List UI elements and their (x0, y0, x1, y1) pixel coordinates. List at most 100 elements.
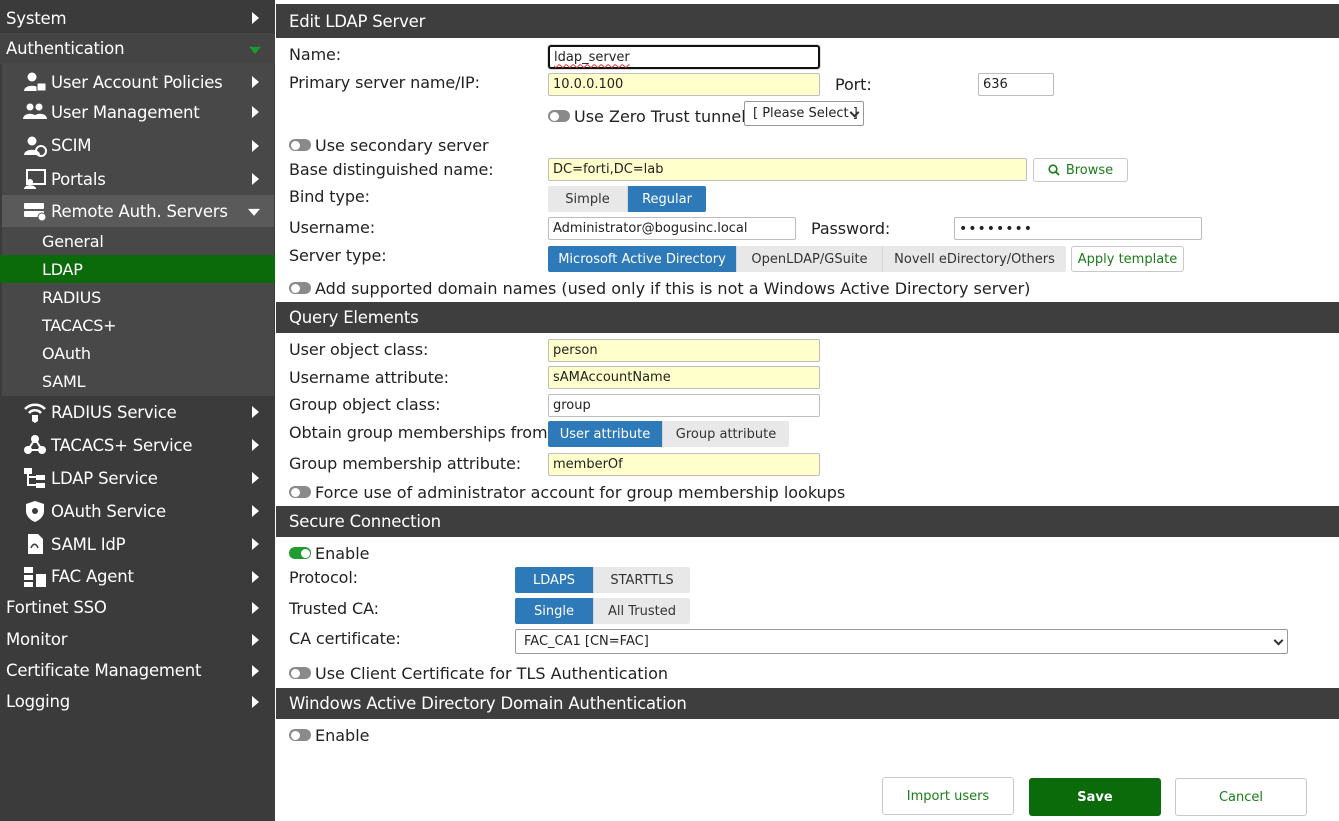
chevron-down-icon (1273, 635, 1284, 646)
password-input[interactable]: •••••••• (954, 217, 1202, 240)
chevron-right-icon (252, 76, 259, 88)
sidebar-item-remote-auth-servers[interactable]: Remote Auth. Servers (2, 195, 274, 227)
zero-trust-select[interactable]: [ Please Select ] (744, 101, 864, 126)
sidebar-item-user-management[interactable]: User Management (0, 97, 275, 127)
username-attribute-input[interactable]: sAMAccountName (548, 366, 820, 389)
obtain-user-attribute-option[interactable]: User attribute (548, 421, 663, 447)
nav-monitor-label: Monitor (6, 630, 68, 649)
domain-names-label: Add supported domain names (used only if… (315, 279, 1031, 298)
browse-button[interactable]: Browse (1033, 158, 1128, 182)
network-icon (22, 434, 48, 456)
force-admin-toggle[interactable] (289, 486, 311, 498)
sidebar-item-saml[interactable]: SAML (0, 367, 275, 395)
sidebar-item-tacacs[interactable]: TACACS+ (0, 311, 275, 339)
sidebar-item-user-account-policies[interactable]: User Account Policies (0, 67, 275, 97)
sidebar-item-scim[interactable]: SCIM (0, 130, 275, 161)
group-object-class-input[interactable]: group (548, 394, 820, 417)
protocol-starttls-option[interactable]: STARTTLS (594, 567, 690, 593)
user-object-class-input[interactable]: person (548, 339, 820, 362)
server-type-openldap-option[interactable]: OpenLDAP/GSuite (737, 246, 883, 272)
zero-trust-toggle[interactable] (548, 110, 570, 122)
server-type-novell-option[interactable]: Novell eDirectory/Others (883, 246, 1066, 272)
agent-icon (22, 566, 48, 588)
sidebar-item-radius-service[interactable]: RADIUS Service (0, 396, 275, 428)
section-header-windows-ad: Windows Active Directory Domain Authenti… (276, 688, 1339, 719)
group-object-class-label: Group object class: (289, 395, 441, 414)
chevron-down-icon (249, 46, 261, 54)
nav-system-label: System (6, 8, 67, 28)
nav-monitor[interactable]: Monitor (0, 624, 275, 655)
windows-ad-enable-toggle[interactable] (289, 729, 311, 741)
cancel-button[interactable]: Cancel (1175, 778, 1307, 816)
client-cert-toggle[interactable] (289, 667, 311, 679)
document-icon (22, 533, 48, 555)
chevron-right-icon (252, 472, 259, 484)
ca-certificate-select[interactable]: FAC_CA1 [CN=FAC] (515, 629, 1288, 654)
secondary-server-toggle[interactable] (289, 139, 311, 151)
user-object-class-label: User object class: (289, 340, 429, 359)
trusted-all-option[interactable]: All Trusted (594, 598, 690, 624)
import-users-button[interactable]: Import users (882, 777, 1014, 815)
sidebar-item-label: Remote Auth. Servers (51, 201, 228, 221)
port-label: Port: (835, 75, 872, 94)
nav-system[interactable]: System (0, 3, 275, 33)
port-input[interactable]: 636 (978, 73, 1054, 96)
apply-template-button[interactable]: Apply template (1071, 246, 1184, 272)
trusted-single-option[interactable]: Single (515, 598, 594, 624)
nav-fortinet-sso[interactable]: Fortinet SSO (0, 592, 275, 623)
sidebar-item-radius[interactable]: RADIUS (0, 283, 275, 311)
section-header-edit-ldap: Edit LDAP Server (276, 4, 1339, 38)
nav-authentication[interactable]: Authentication (0, 33, 275, 64)
sidebar-item-oauth[interactable]: OAuth (0, 339, 275, 367)
primary-server-input[interactable]: 10.0.0.100 (548, 73, 820, 96)
save-button[interactable]: Save (1029, 778, 1161, 816)
base-dn-label: Base distinguished name: (289, 160, 494, 179)
obtain-memberships-segment: User attribute Group attribute (548, 421, 789, 447)
zero-trust-label: Use Zero Trust tunnel (574, 107, 746, 126)
secure-enable-toggle[interactable] (289, 547, 311, 559)
tree-icon (22, 467, 48, 489)
sidebar-item-label: OAuth Service (51, 501, 166, 521)
protocol-ldaps-option[interactable]: LDAPS (515, 567, 594, 593)
sidebar-item-label: FAC Agent (51, 567, 134, 586)
chevron-right-icon (252, 139, 259, 152)
username-input[interactable]: Administrator@bogusinc.local (548, 217, 796, 240)
sidebar-item-label: RADIUS (42, 287, 102, 307)
sidebar-item-label: SCIM (51, 136, 92, 155)
base-dn-input[interactable]: DC=forti,DC=lab (548, 158, 1027, 181)
sidebar-item-saml-idp[interactable]: SAML IdP (0, 528, 275, 560)
sidebar-item-label: User Management (51, 102, 200, 122)
nav-authentication-label: Authentication (6, 39, 125, 58)
sidebar-item-ldap-service[interactable]: LDAP Service (0, 462, 275, 494)
server-type-msad-option[interactable]: Microsoft Active Directory (548, 246, 737, 272)
section-header-secure-connection: Secure Connection (276, 506, 1339, 537)
sidebar-item-portals[interactable]: Portals (0, 164, 275, 194)
nav-certificate-management[interactable]: Certificate Management (0, 655, 275, 686)
server-type-label: Server type: (289, 246, 387, 265)
name-input[interactable]: ldap_server (548, 45, 820, 69)
username-attribute-label: Username attribute: (289, 368, 449, 387)
sidebar-item-label: SAML IdP (51, 534, 126, 554)
sidebar-item-fac-agent[interactable]: FAC Agent (0, 561, 275, 592)
group-membership-attribute-input[interactable]: memberOf (548, 453, 820, 476)
sidebar-item-ldap[interactable]: LDAP (0, 255, 275, 283)
chevron-right-icon (252, 439, 259, 451)
obtain-group-attribute-option[interactable]: Group attribute (663, 421, 789, 447)
sidebar-item-general[interactable]: General (0, 227, 275, 255)
bind-simple-option[interactable]: Simple (548, 186, 628, 212)
domain-names-toggle[interactable] (289, 282, 311, 294)
bind-type-label: Bind type: (289, 187, 370, 206)
chevron-right-icon (252, 570, 259, 583)
username-label: Username: (289, 218, 376, 237)
shield-icon (22, 500, 48, 522)
user-lock-icon (22, 71, 48, 93)
bind-regular-option[interactable]: Regular (628, 186, 706, 212)
sidebar-item-tacacs-service[interactable]: TACACS+ Service (0, 429, 275, 461)
group-membership-attribute-label: Group membership attribute: (289, 454, 522, 473)
nav-logging[interactable]: Logging (0, 686, 275, 717)
obtain-memberships-label: Obtain group memberships from: (289, 423, 553, 442)
sidebar-item-label: RADIUS Service (51, 402, 177, 422)
main-panel: Edit LDAP Server Name: ldap_server Prima… (276, 0, 1339, 821)
sidebar-item-oauth-service[interactable]: OAuth Service (0, 495, 275, 527)
name-label: Name: (289, 45, 342, 64)
